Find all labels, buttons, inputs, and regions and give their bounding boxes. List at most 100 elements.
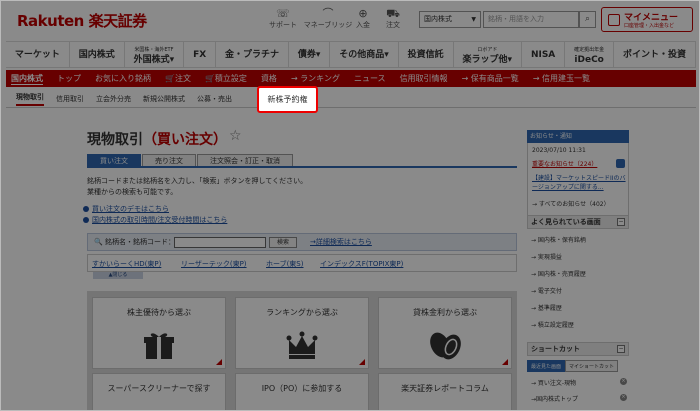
frequent-screens-header: よく見られている画面 − [527, 215, 629, 229]
shortcut-item[interactable]: → 買い注文-現物 [531, 378, 576, 387]
page-title: 現物取引（買い注文） [87, 132, 227, 148]
all-notices-link[interactable]: → すべてのお知らせ（402） [532, 199, 610, 208]
order-tabs: 買い注文 売り注文 注文照会・訂正・取消 [87, 154, 294, 166]
buy-demo-link[interactable]: 買い注文のデモはこちら [83, 204, 169, 214]
support-link[interactable]: ☏ サポート [263, 7, 303, 30]
trading-tab[interactable]: 新規公開株式 [143, 94, 185, 104]
card-lending-rate[interactable]: 貸株金利から選ぶ [378, 297, 512, 369]
sub-nav-item[interactable]: → 信用建玉一覧 [533, 73, 590, 84]
refresh-icon[interactable] [616, 159, 625, 168]
stock-search-bar: 🔍 銘柄名・銘柄コード： 検索 →詳細検索はこちら [87, 233, 517, 251]
sub-nav-item[interactable]: 🛒積立設定 [205, 73, 247, 84]
main-nav: マーケット 国内株式 米国株・海外ETF 外国株式▾ FX 金・プラチナ 債券▾ その他商品▾… [6, 41, 696, 68]
frequent-item[interactable]: → 国内株・売買履歴 [531, 269, 586, 278]
stock-finder-cards: 株主優待から選ぶ ランキングから選ぶ 貸株金利から選ぶ スーパースクリーナーで探… [87, 291, 517, 410]
frequent-item[interactable]: → 基準履歴 [531, 303, 562, 312]
frequent-item[interactable]: → 実現損益 [531, 252, 562, 261]
sub-nav-item[interactable]: 信用取引情報 [400, 73, 448, 84]
sub-nav-item[interactable]: お気に入り銘柄 [95, 73, 151, 84]
crown-icon [286, 331, 318, 359]
history-link[interactable]: ホーブ(東S) [266, 259, 304, 269]
main-nav-item[interactable]: 米国株・海外ETF 外国株式▾ [125, 42, 185, 67]
shortcut-tabs: 最近見た画面 マイショートカット [527, 360, 629, 372]
right-sidebar: お知らせ・通知 2023/07/10 11:31 重要なお知らせ（224） 【建… [527, 130, 629, 410]
search-button[interactable]: 検索 [269, 237, 297, 248]
order-link[interactable]: ⛟ 注文 [373, 7, 413, 30]
notice-date: 2023/07/10 11:31 [532, 147, 586, 154]
search-history: すかいらーくHD(東P) リーザーテック(東P) ホーブ(東S) インデックスF… [87, 254, 517, 272]
main-nav-item[interactable]: NISA [522, 42, 566, 67]
frequent-item[interactable]: → 電子交付 [531, 286, 562, 295]
card-ranking[interactable]: ランキングから選ぶ [235, 297, 369, 369]
collapse-icon[interactable]: − [617, 218, 625, 226]
main-nav-item[interactable]: マーケット [6, 42, 70, 67]
collapse-icon[interactable]: − [617, 345, 625, 353]
main-nav-item[interactable]: 債券▾ [289, 42, 331, 67]
rakuten-logo[interactable]: Rakuten 楽天証券 [17, 10, 147, 31]
trading-tab[interactable]: 現物取引 [16, 92, 44, 106]
frequent-item[interactable]: → 国内株・保有銘柄 [531, 235, 586, 244]
shortcut-item[interactable]: →国内株式トップ [531, 394, 578, 403]
trading-tab[interactable]: 立会外分売 [96, 94, 131, 104]
corner-arrow-icon [216, 359, 222, 365]
main-nav-item[interactable]: 確定拠出年金 iDeCo [565, 42, 615, 67]
tab-new-share-rights[interactable]: 新株予約権 [257, 86, 318, 113]
sub-nav-item[interactable]: → ランキング [291, 73, 340, 84]
instruction-text: 銘柄コードまたは銘柄名を入力し、「検索」ボタンを押してください。 [87, 177, 308, 185]
gift-icon [144, 333, 174, 359]
sub-nav-item[interactable]: 🛒注文 [165, 73, 191, 84]
notice-header: お知らせ・通知 [527, 130, 629, 143]
cart-icon: ⛟ [386, 7, 400, 20]
remove-icon[interactable]: × [620, 378, 627, 385]
history-link[interactable]: すかいらーくHD(東P) [92, 259, 161, 269]
sub-nav-item[interactable]: 国内株式 [11, 73, 43, 85]
card-report-column[interactable]: 楽天証券レポートコラム [378, 373, 512, 410]
main-nav-item[interactable]: 金・プラチナ [216, 42, 289, 67]
shortcut-header: ショートカット − [527, 342, 629, 356]
remove-icon[interactable]: × [620, 394, 627, 401]
search-icon[interactable]: ⌕ [579, 11, 596, 28]
sub-nav-item[interactable]: 資格 [261, 73, 277, 84]
sub-nav-item[interactable]: ニュース [354, 73, 386, 84]
account-icon [608, 14, 620, 26]
chevron-down-icon: ▼ [471, 16, 476, 23]
history-link[interactable]: インデックスF(TOPIX東P) [320, 259, 403, 269]
bullet-icon [83, 217, 89, 223]
market-select[interactable]: 国内株式 ▼ [419, 11, 481, 28]
trading-tab[interactable]: 信用取引 [56, 94, 84, 104]
card-shareholder-benefits[interactable]: 株主優待から選ぶ [92, 297, 226, 369]
favorite-star-icon[interactable]: ☆ [229, 128, 242, 144]
sub-nav-item[interactable]: → 保有商品一覧 [462, 73, 519, 84]
main-nav-item[interactable]: 国内株式 [70, 42, 125, 67]
mymenu-button[interactable]: マイメニュー 口座管理・入出金など [601, 7, 693, 32]
tab-my-shortcuts[interactable]: マイショートカット [565, 360, 619, 372]
trading-hours-link[interactable]: 国内株式の取引時間/注文受付時間はこちら [83, 215, 227, 225]
card-ipo[interactable]: IPO（PO）に参加する [235, 373, 369, 410]
bullet-icon [83, 206, 89, 212]
main-nav-item[interactable]: FX [184, 42, 217, 67]
notice-link[interactable]: 【建設】マーケットスピードIIのバージョンアップに関する... [532, 174, 628, 192]
main-nav-item[interactable]: ロボアド 楽ラップ他▾ [454, 42, 523, 67]
frequent-item[interactable]: → 積立設定履歴 [531, 320, 574, 329]
card-super-screener[interactable]: スーパースクリーナーで探す [92, 373, 226, 410]
browser-frame: Rakuten 楽天証券 ☏ サポート ⌒ マネーブリッジ ⊕ 入金 ⛟ 注文 国内株式… [0, 0, 700, 411]
tab-recent-screens[interactable]: 最近見た画面 [527, 360, 566, 372]
tab-order-inquiry[interactable]: 注文照会・訂正・取消 [197, 154, 293, 166]
corner-arrow-icon [359, 359, 365, 365]
search-input[interactable]: 銘柄・用語を入力 [483, 11, 579, 28]
main-nav-item[interactable]: 投資信託 [399, 42, 454, 67]
main-nav-item[interactable]: その他商品▾ [330, 42, 399, 67]
close-history-button[interactable]: ▲閉じる [93, 272, 143, 279]
main-nav-item[interactable]: ポイント・投資 [614, 42, 696, 67]
instruction-text-2: 業種からの検索も可能です。 [87, 188, 178, 196]
tab-buy-order[interactable]: 買い注文 [87, 154, 141, 166]
tab-sell-order[interactable]: 売り注文 [142, 154, 196, 166]
detail-search-link[interactable]: →詳細検索はこちら [310, 237, 372, 247]
sub-nav-item[interactable]: トップ [57, 73, 81, 84]
important-notice-link[interactable]: 重要なお知らせ（224） [532, 159, 597, 168]
tab-underline [87, 166, 517, 168]
corner-arrow-icon [502, 359, 508, 365]
trading-tab[interactable]: 公募・売出 [197, 94, 232, 104]
stock-code-input[interactable] [174, 237, 266, 248]
history-link[interactable]: リーザーテック(東P) [181, 259, 247, 269]
